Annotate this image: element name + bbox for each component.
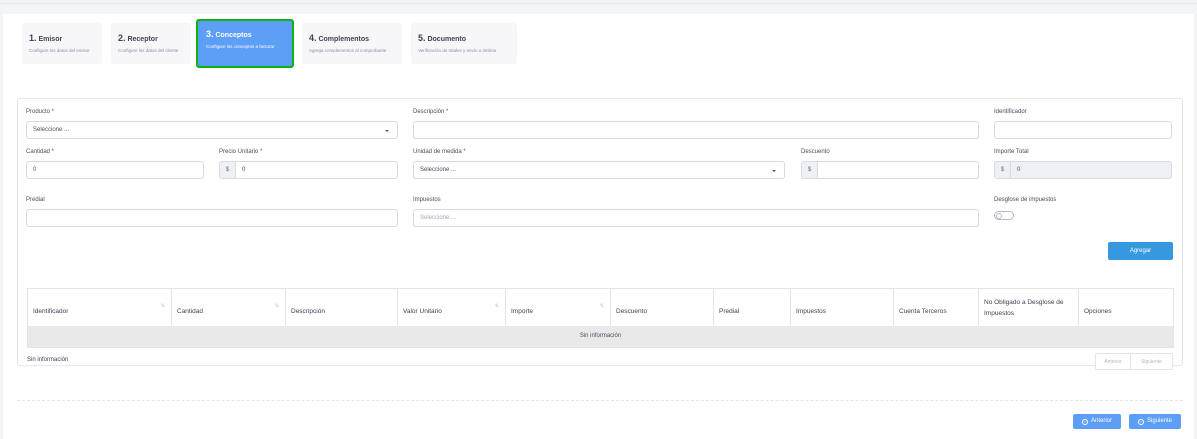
descripcion-label: Descripción * <box>413 109 449 115</box>
column-label: Descripción <box>291 308 325 315</box>
column-label: Impuestos <box>796 308 826 315</box>
arrow-left-circle-icon: ‹ <box>1081 419 1088 425</box>
identificador-label: Identificador <box>994 109 1027 115</box>
step-subtitle: Agrega complementos al comprobante <box>309 48 387 53</box>
step-title: Receptor <box>127 36 158 43</box>
step-complementos[interactable]: 4. Complementos Agrega complementos al c… <box>302 23 402 64</box>
column-label: Opciones <box>1084 308 1112 315</box>
sort-icon: ⇅ <box>160 303 165 309</box>
desglose-toggle[interactable] <box>994 211 1014 220</box>
th-cuenta-terceros[interactable]: Cuenta Terceros <box>894 289 979 326</box>
sort-icon: ⇅ <box>494 303 499 309</box>
column-label: No Obligado a Desglose de Impuestos <box>984 299 1064 317</box>
th-valor-unitario[interactable]: Valor Unitario ⇅ <box>398 289 506 326</box>
desglose-label: Desglose de impuestos <box>994 197 1057 203</box>
section-divider <box>17 400 1183 401</box>
impuestos-placeholder: Seleccione ... <box>420 215 457 221</box>
precio-unitario-value: 0 <box>242 167 246 173</box>
importe-total-value: 0 <box>1017 167 1021 173</box>
currency-addon: $ <box>994 161 1010 179</box>
column-label: Valor Unitario <box>403 308 442 315</box>
step-title: Documento <box>427 36 466 43</box>
descuento-label: Descuento <box>801 149 830 155</box>
pagination-next-button[interactable]: Siguiente <box>1131 353 1173 370</box>
th-cantidad[interactable]: Cantidad ⇅ <box>172 289 286 326</box>
conceptos-table: Identificador ⇅ Cantidad ⇅ Descripción Val… <box>27 288 1174 348</box>
column-label: Importe <box>511 308 534 315</box>
precio-unitario-label: Precio Unitario * <box>219 149 263 155</box>
importe-total-input: 0 <box>1010 161 1172 179</box>
conceptos-card: Producto * Seleccione ... Descripción * … <box>17 98 1183 370</box>
column-label: Predial <box>719 308 740 315</box>
step-subtitle: Configure los conceptos a facturar <box>206 44 275 49</box>
descripcion-input[interactable] <box>413 121 979 139</box>
step-emisor[interactable]: 1. Emisor Configure los datos del emisor <box>22 23 102 64</box>
producto-label: Producto * <box>26 109 55 115</box>
anterior-button[interactable]: ‹ Anterior <box>1073 414 1121 429</box>
invoice-wizard: 1. Emisor Configure los datos del emisor… <box>3 14 1194 439</box>
anterior-label: Anterior <box>1090 418 1112 424</box>
precio-unitario-input[interactable]: 0 <box>235 161 398 179</box>
step-title: Complementos <box>318 36 370 43</box>
step-conceptos[interactable]: 3. Conceptos Configure los conceptos a f… <box>196 19 294 68</box>
producto-value: Seleccione ... <box>33 127 70 133</box>
siguiente-button[interactable]: › Siguiente <box>1129 414 1181 429</box>
currency-addon: $ <box>219 161 235 179</box>
top-bar <box>0 0 1197 4</box>
cantidad-value: 0 <box>33 167 37 173</box>
unidad-medida-label: Unidad de medida * <box>413 149 466 155</box>
step-number: 4. <box>309 33 317 43</box>
cantidad-label: Cantidad * <box>26 149 55 155</box>
identificador-input[interactable] <box>994 121 1172 139</box>
th-descripcion[interactable]: Descripción <box>286 289 398 326</box>
sort-icon: ⇅ <box>599 303 604 309</box>
table-empty-row: Sin información <box>28 326 1173 347</box>
column-label: Identificador <box>33 308 69 315</box>
step-number: 3. <box>206 29 214 39</box>
table-info: Sin información <box>27 357 69 363</box>
th-descuento[interactable]: Descuento <box>611 289 714 326</box>
th-predial[interactable]: Predial <box>714 289 791 326</box>
th-no-obligado[interactable]: No Obligado a Desglose de Impuestos <box>979 289 1079 326</box>
step-number: 1. <box>29 33 37 43</box>
th-opciones[interactable]: Opciones <box>1079 289 1173 326</box>
cantidad-input[interactable]: 0 <box>26 161 204 179</box>
column-label: Cantidad <box>177 308 204 315</box>
th-importe[interactable]: Importe ⇅ <box>506 289 611 326</box>
th-identificador[interactable]: Identificador ⇅ <box>28 289 172 326</box>
column-label: Cuenta Terceros <box>899 308 947 315</box>
step-title: Emisor <box>38 36 63 43</box>
sort-icon: ⇅ <box>274 303 279 309</box>
toggle-knob <box>996 213 1002 219</box>
step-title: Conceptos <box>215 32 252 39</box>
step-number: 2. <box>118 33 126 43</box>
predial-input[interactable] <box>26 209 398 227</box>
step-number: 5. <box>418 33 426 43</box>
unidad-medida-select[interactable]: Seleccione ... <box>413 161 785 179</box>
th-impuestos[interactable]: Impuestos <box>791 289 894 326</box>
descuento-input[interactable] <box>817 161 979 179</box>
unidad-medida-value: Seleccione ... <box>420 167 457 173</box>
importe-total-label: Importe Total <box>994 149 1029 155</box>
step-subtitle: Verificación de totales y envío a timbra… <box>418 48 497 53</box>
impuestos-label: Impuestos <box>413 197 441 203</box>
pagination-prev-button[interactable]: Anterior <box>1095 353 1131 370</box>
step-receptor[interactable]: 2. Receptor Configure los datos del clie… <box>111 23 191 64</box>
arrow-right-circle-icon: › <box>1137 419 1144 425</box>
producto-select[interactable]: Seleccione ... <box>26 121 398 139</box>
predial-label: Predial <box>26 197 45 203</box>
column-label: Descuento <box>616 308 648 315</box>
agregar-button[interactable]: Agregar <box>1108 242 1173 260</box>
step-subtitle: Configure los datos del emisor <box>29 48 90 53</box>
step-documento[interactable]: 5. Documento Verificación de totales y e… <box>411 23 517 64</box>
currency-addon: $ <box>801 161 817 179</box>
siguiente-label: Siguiente <box>1146 418 1173 424</box>
step-subtitle: Configure los datos del cliente <box>118 48 179 53</box>
impuestos-select[interactable]: Seleccione ... <box>413 209 979 227</box>
